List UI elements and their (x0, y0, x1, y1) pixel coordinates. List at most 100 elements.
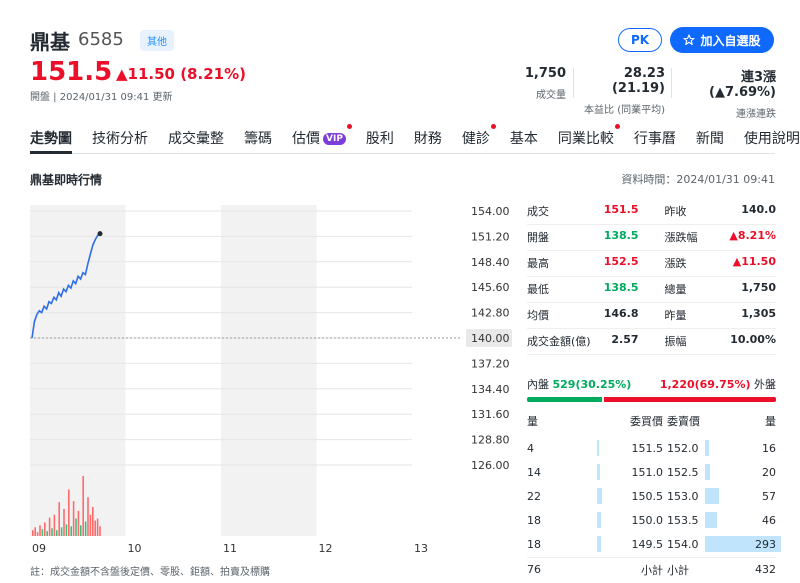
orderbook-row: 18 149.5 154.0 293 (527, 532, 781, 556)
tab-label: 基本 (509, 131, 538, 147)
bid-price: 149.5 (631, 537, 664, 551)
y-tick-label: 140.00 (471, 332, 510, 345)
tab-label: 成交彙整 (168, 131, 224, 147)
inner-ratio-bar (527, 397, 602, 402)
volume-bar (94, 520, 96, 536)
quote-label: 昨收 (664, 205, 687, 218)
quote-row: 成交金額(億) 2.57 振幅 10.00% (527, 328, 776, 354)
intraday-chart[interactable]: 154.00 151.20 148.40 145.60 142.80 140.00 137.… (30, 203, 520, 558)
price-change: ▲11.50 (8.21%) (116, 65, 246, 83)
bid-depth-bar (597, 464, 600, 480)
tab-2[interactable]: 成交彙整 (168, 120, 224, 154)
bid-depth-bar (597, 536, 601, 552)
pk-button[interactable]: PK (618, 28, 662, 52)
y-tick-label: 148.40 (471, 256, 510, 269)
y-tick-label: 131.60 (471, 408, 510, 421)
ask-volume: 16 (762, 441, 776, 455)
volume-bar (99, 526, 101, 536)
inner-label: 內盤 (527, 378, 549, 391)
quote-label: 振幅 (664, 335, 687, 348)
tab-10[interactable]: 行事曆 (634, 120, 676, 154)
add-watchlist-button[interactable]: 加入自選股 (670, 27, 774, 53)
quote-label: 成交 (527, 205, 549, 218)
tab-11[interactable]: 新聞 (696, 120, 724, 154)
tab-label: 健診 (461, 131, 490, 147)
tab-1[interactable]: 技術分析 (92, 120, 148, 154)
stat-pe: 28.23 (21.19) 本益比 (同業平均) (572, 66, 665, 116)
quote-label: 開盤 (527, 231, 549, 244)
total-bid-volume: 76 (527, 563, 541, 576)
data-time: 資料時間：2024/01/31 09:41 (621, 173, 775, 186)
inner-outer-summary: 內盤 529(30.25%) 1,220(69.75%) 外盤 (527, 376, 776, 392)
notification-dot (346, 124, 352, 129)
tab-label: 走勢圖 (30, 131, 72, 147)
star-icon (683, 34, 696, 46)
quote-value: 146.8 (603, 307, 639, 320)
bid-price: 151.5 (631, 441, 664, 455)
tab-label: 行事曆 (633, 131, 676, 147)
tab-label: 使用說明 (743, 131, 800, 147)
volume-bar (89, 514, 92, 536)
volume-bar (39, 525, 41, 536)
volume-bar (41, 529, 44, 536)
tab-6[interactable]: 財務 (414, 120, 442, 154)
subtotal-label: 小計 (641, 563, 663, 577)
stat-streak: 連3漲 (▲7.69%) 連漲連跌 (676, 66, 776, 120)
vip-badge: VIP (323, 133, 346, 145)
volume-bar (77, 510, 80, 536)
category-tag[interactable]: 其他 (140, 30, 174, 51)
ask-depth-bar (705, 464, 711, 480)
header-ask-volume: 量 (765, 415, 776, 428)
quote-row: 開盤 138.5 漲跌幅 ▲8.21% (527, 224, 776, 250)
volume-bar (58, 502, 60, 536)
ask-price: 152.0 (667, 441, 699, 455)
quote-label: 總量 (664, 283, 687, 296)
orderbook-total-row: 76 小計 小計 432 (527, 557, 776, 581)
divider (671, 68, 672, 98)
volume-bar (82, 476, 84, 536)
ask-volume: 46 (762, 513, 776, 527)
bid-price: 151.0 (631, 465, 664, 479)
quote-value: 2.57 (611, 333, 639, 346)
stat-value: 連3漲 (▲7.69%) (709, 70, 776, 100)
quote-row: 均價 146.8 昨量 1,305 (527, 302, 776, 328)
ask-volume: 57 (762, 489, 776, 503)
header-ask-price: 委賣價 (667, 415, 700, 428)
tab-3[interactable]: 籌碼 (244, 120, 272, 154)
ask-volume: 20 (762, 465, 776, 479)
tab-4[interactable]: 估價 VIP (292, 120, 352, 154)
tab-label: 新聞 (695, 131, 724, 147)
last-price-dot (97, 231, 103, 237)
y-tick-label: 126.00 (471, 459, 510, 472)
tab-9[interactable]: 同業比較 (558, 120, 620, 154)
tab-5[interactable]: 股利 (366, 120, 394, 154)
volume-bar (48, 517, 51, 536)
y-tick-label: 154.00 (471, 205, 510, 218)
quote-label: 漲跌幅 (664, 231, 698, 244)
tab-label: 股利 (365, 131, 394, 147)
orderbook-row: 22 150.5 153.0 57 (527, 484, 776, 508)
quote-value: 1,305 (741, 307, 776, 320)
ask-price: 154.0 (667, 537, 699, 551)
tab-12[interactable]: 使用說明 (744, 120, 800, 154)
quote-value: 138.5 (603, 229, 639, 242)
y-tick-label: 137.20 (471, 357, 510, 370)
notification-dot (490, 124, 496, 129)
stat-label: 本益比 (同業平均) (584, 105, 665, 116)
section-title: 鼎基即時行情 (30, 173, 103, 187)
stat-value: 28.23 (21.19) (611, 66, 665, 96)
tab-bar: 走勢圖 技術分析 成交彙整 籌碼 估價 VIP 股利 財務 健診 基本 同業比較 行事曆 新聞 使用說明 (30, 120, 800, 154)
tab-7[interactable]: 健診 (461, 120, 496, 154)
tab-label: 估價 (292, 131, 320, 147)
bid-depth-bar (597, 440, 599, 456)
tab-8[interactable]: 基本 (510, 120, 538, 154)
tab-0[interactable]: 走勢圖 (30, 120, 72, 154)
quote-value: 10.00% (730, 333, 776, 346)
bid-depth-bar (597, 512, 601, 528)
volume-bar (44, 522, 46, 536)
ask-price: 153.5 (667, 513, 699, 527)
quote-value: 1,750 (741, 281, 776, 294)
stat-label: 成交量 (536, 90, 566, 101)
header-bid-price: 委買價 (630, 415, 663, 428)
x-tick-label: 12 (319, 542, 333, 555)
